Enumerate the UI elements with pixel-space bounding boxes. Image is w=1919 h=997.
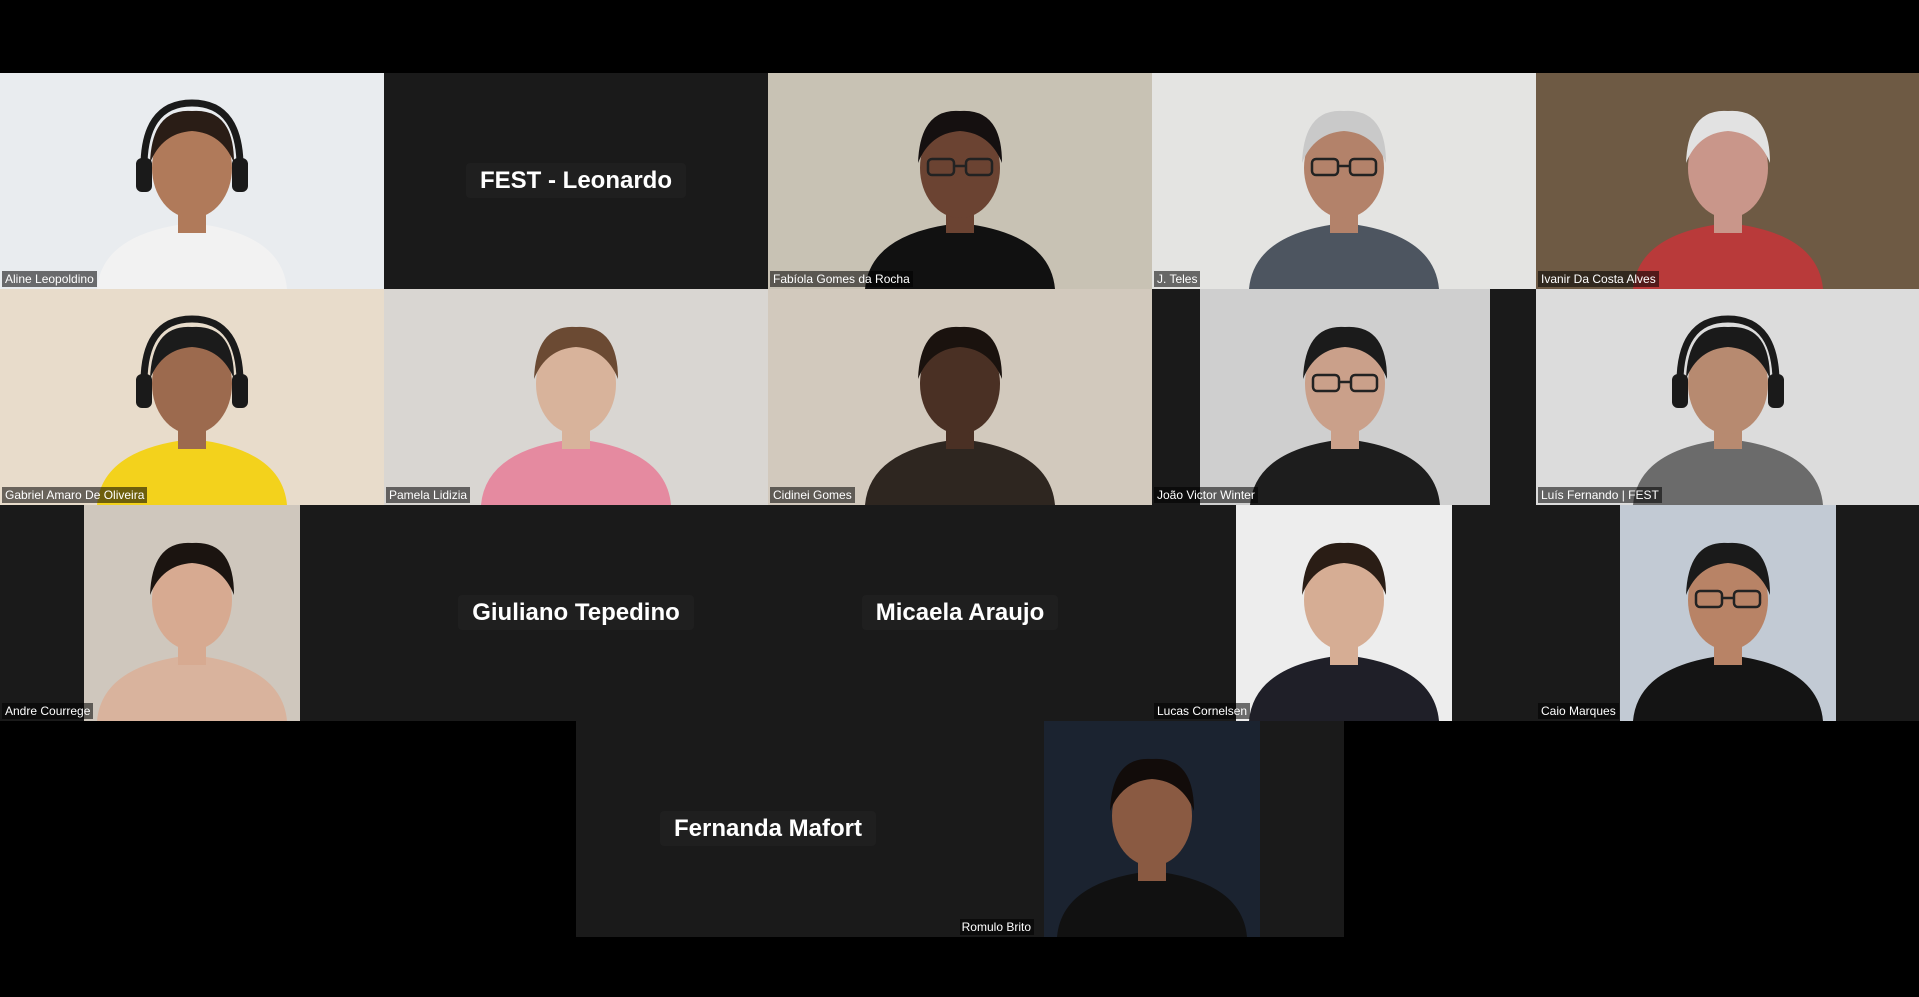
participant-silhouette [97, 99, 287, 289]
headset-left-cup [136, 374, 152, 408]
participant-silhouette [481, 326, 671, 505]
participant-name-tag: Romulo Brito [960, 919, 1034, 935]
participant-video [768, 289, 1152, 505]
participant-tile[interactable]: Aline Leopoldino [0, 73, 384, 289]
participant-tile[interactable]: FEST - Leonardo [384, 73, 768, 289]
participant-name-tag: Fabíola Gomes da Rocha [770, 271, 913, 287]
participant-silhouette [1633, 542, 1823, 721]
participant-display-name: Giuliano Tepedino [384, 595, 768, 630]
participant-tile[interactable]: Lucas Cornelsen [1152, 505, 1536, 721]
participant-display-name: Micaela Araujo [768, 595, 1152, 630]
participant-tile[interactable]: Gabriel Amaro De Oliveira [0, 289, 384, 505]
participant-video [1044, 721, 1260, 937]
participant-silhouette [865, 110, 1055, 289]
participant-tile[interactable]: Micaela Araujo [768, 505, 1152, 721]
participant-silhouette [1250, 326, 1440, 505]
participant-video [1536, 73, 1919, 289]
headset-right-cup [232, 374, 248, 408]
participant-name-tag: João Victor Winter [1154, 487, 1258, 503]
participant-name-tag: Gabriel Amaro De Oliveira [2, 487, 148, 503]
participant-silhouette [1057, 758, 1247, 937]
participant-silhouette [1249, 542, 1439, 721]
participant-video [0, 289, 384, 505]
participant-silhouette [1633, 315, 1823, 505]
participant-name-tag: Cidinei Gomes [770, 487, 855, 503]
participant-name-tag: J. Teles [1154, 271, 1201, 287]
participant-silhouette [1633, 110, 1823, 289]
participant-silhouette [97, 315, 287, 505]
participant-name-tag: Ivanir Da Costa Alves [1538, 271, 1659, 287]
participant-name-tag: Luís Fernando | FEST [1538, 487, 1662, 503]
participant-name-tag: Pamela Lidizia [386, 487, 471, 503]
participant-silhouette [97, 542, 287, 721]
participant-tile[interactable]: J. Teles [1152, 73, 1536, 289]
participant-tile[interactable]: Fabíola Gomes da Rocha [768, 73, 1152, 289]
headset-right-cup [1768, 374, 1784, 408]
participant-video [1152, 73, 1536, 289]
participant-tile[interactable]: Cidinei Gomes [768, 289, 1152, 505]
participant-video [384, 289, 768, 505]
participant-tile[interactable]: Caio Marques [1536, 505, 1919, 721]
headset-left-cup [1672, 374, 1688, 408]
participant-silhouette [1249, 110, 1439, 289]
participant-video [1236, 505, 1452, 721]
participant-name-tag: Caio Marques [1538, 703, 1619, 719]
participant-tile[interactable]: Luís Fernando | FEST [1536, 289, 1919, 505]
participant-video [1536, 289, 1919, 505]
participant-tile[interactable]: Andre Courrege [0, 505, 384, 721]
participant-tile[interactable]: Giuliano Tepedino [384, 505, 768, 721]
participant-display-name: Fernanda Mafort [576, 811, 960, 846]
participant-name-tag: Lucas Cornelsen [1154, 703, 1251, 719]
participant-video [1200, 289, 1490, 505]
participant-video [768, 73, 1152, 289]
participant-video [0, 73, 384, 289]
participant-video [84, 505, 300, 721]
participant-tile[interactable]: Romulo Brito [960, 721, 1344, 937]
participant-tile[interactable]: Pamela Lidizia [384, 289, 768, 505]
headset-left-cup [136, 158, 152, 192]
participant-silhouette [865, 326, 1055, 505]
participant-display-name: FEST - Leonardo [384, 163, 768, 198]
participant-name-tag: Andre Courrege [2, 703, 94, 719]
participant-tile[interactable]: João Victor Winter [1152, 289, 1536, 505]
participant-video [1620, 505, 1836, 721]
participant-name-tag: Aline Leopoldino [2, 271, 97, 287]
participant-tile[interactable]: Fernanda Mafort [576, 721, 960, 937]
participant-tile[interactable]: Ivanir Da Costa Alves [1536, 73, 1919, 289]
headset-right-cup [232, 158, 248, 192]
